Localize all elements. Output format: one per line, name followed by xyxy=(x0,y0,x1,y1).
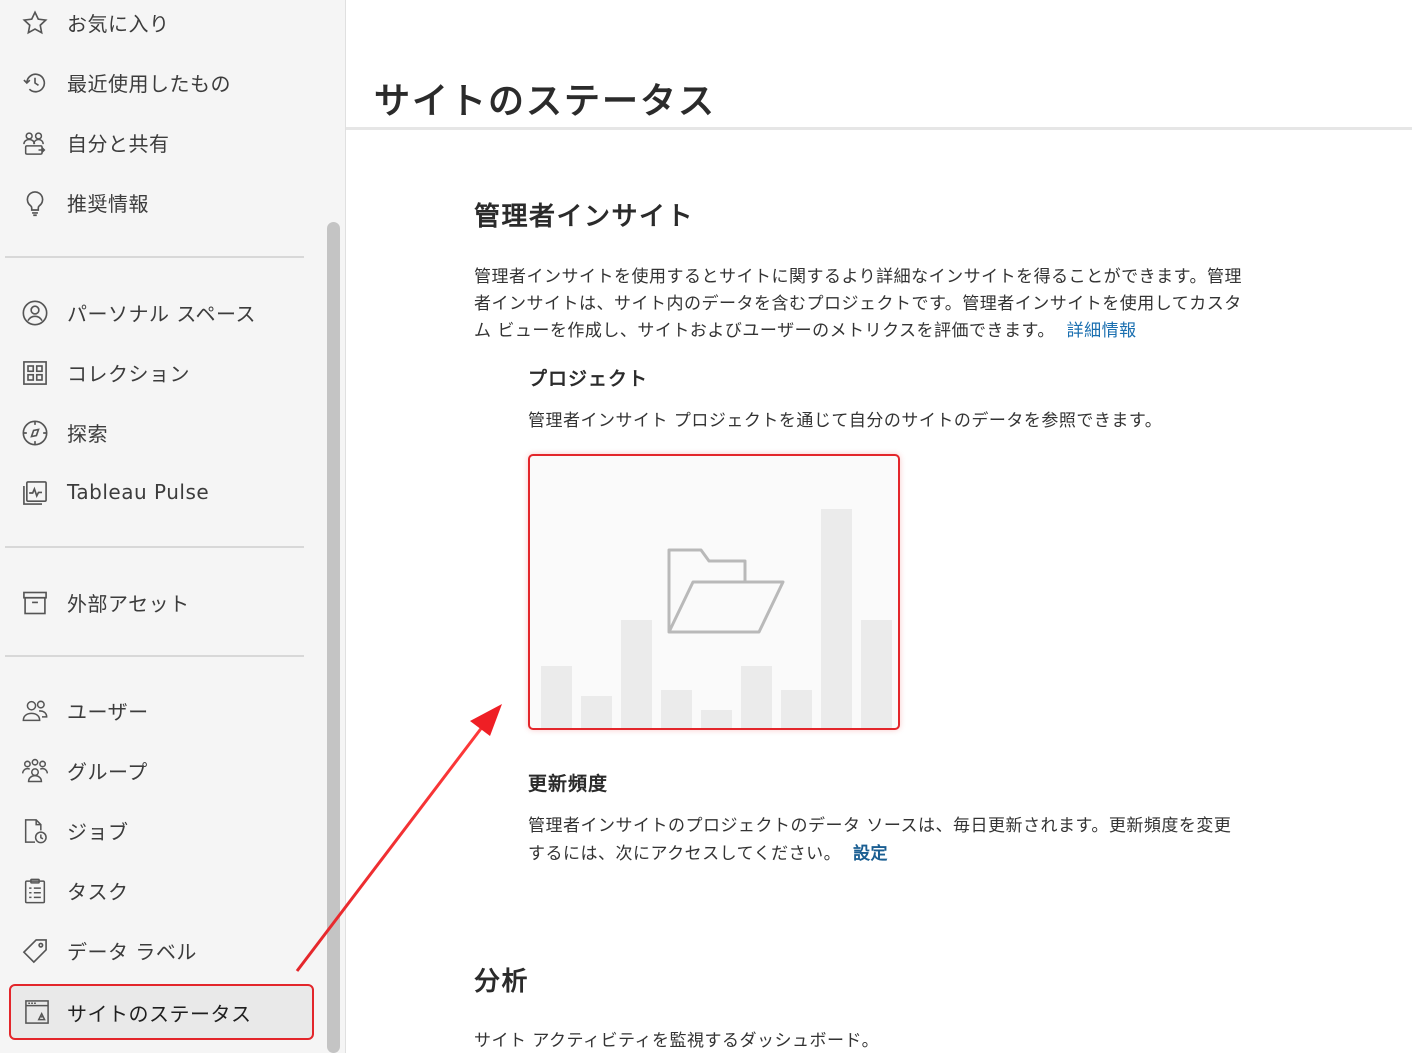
sidebar-divider xyxy=(5,546,304,548)
open-folder-icon xyxy=(667,548,785,634)
sidebar-item-data-labels[interactable]: データ ラベル xyxy=(0,922,320,978)
sidebar-item-label: タスク xyxy=(67,879,129,904)
sidebar-item-label: 最近使用したもの xyxy=(67,71,231,96)
sidebar-item-label: 探索 xyxy=(67,421,108,446)
analysis-description: サイト アクティビティを監視するダッシュボード。 xyxy=(474,1031,880,1051)
admin-insights-description: 管理者インサイトを使用するとサイトに関するより詳細なインサイトを得ることができま… xyxy=(474,264,1244,345)
history-icon xyxy=(20,68,50,98)
sidebar-item-label: ジョブ xyxy=(67,819,129,844)
page-title: サイトのステータス xyxy=(374,81,717,122)
decorative-bar xyxy=(581,696,612,728)
sidebar-item-label: 外部アセット xyxy=(67,591,190,616)
sidebar-item-personal-space[interactable]: パーソナル スペース xyxy=(0,284,320,340)
sidebar-item-recommendations[interactable]: 推奨情報 xyxy=(0,174,320,230)
lightbulb-icon xyxy=(20,188,50,218)
shared-users-icon xyxy=(20,128,50,158)
learn-more-link[interactable]: 詳細情報 xyxy=(1067,321,1137,341)
decorative-bar xyxy=(661,690,692,728)
sidebar-item-explore[interactable]: 探索 xyxy=(0,404,320,460)
sidebar-item-recents[interactable]: 最近使用したもの xyxy=(0,54,320,110)
user-circle-icon xyxy=(20,298,50,328)
project-heading: プロジェクト xyxy=(528,368,649,390)
decorative-bar xyxy=(701,710,732,728)
sidebar-item-external-assets[interactable]: 外部アセット xyxy=(0,574,320,630)
sidebar-item-jobs[interactable]: ジョブ xyxy=(0,802,320,858)
sidebar-item-users[interactable]: ユーザー xyxy=(0,682,320,738)
decorative-bar xyxy=(821,509,852,728)
pulse-icon xyxy=(20,478,50,508)
sidebar-item-label: 自分と共有 xyxy=(67,131,170,156)
task-list-icon xyxy=(20,876,50,906)
decorative-bar xyxy=(621,620,652,728)
tag-icon xyxy=(20,936,50,966)
job-clock-icon xyxy=(20,816,50,846)
decorative-bar xyxy=(741,666,772,728)
compass-icon xyxy=(20,418,50,448)
main-content: サイトのステータス 管理者インサイト 管理者インサイトを使用するとサイトに関する… xyxy=(346,0,1412,1053)
sidebar-item-site-status[interactable]: サイトのステータス xyxy=(9,984,314,1040)
sidebar-item-label: コレクション xyxy=(67,361,190,386)
site-status-icon xyxy=(22,997,52,1027)
star-icon xyxy=(20,8,50,38)
collection-icon xyxy=(20,358,50,388)
sidebar-item-collections[interactable]: コレクション xyxy=(0,344,320,400)
refresh-frequency-heading: 更新頻度 xyxy=(528,773,609,795)
sidebar-divider xyxy=(5,655,304,657)
decorative-bar xyxy=(861,620,892,728)
sidebar-item-label: データ ラベル xyxy=(67,939,197,964)
sidebar-scrollbar[interactable] xyxy=(327,222,340,1053)
sidebar-item-label: お気に入り xyxy=(67,11,170,36)
settings-link[interactable]: 設定 xyxy=(853,844,888,864)
sidebar-item-tasks[interactable]: タスク xyxy=(0,862,320,918)
analysis-heading: 分析 xyxy=(474,967,530,997)
sidebar-item-shared-with-me[interactable]: 自分と共有 xyxy=(0,114,320,170)
project-description: 管理者インサイト プロジェクトを通じて自分のサイトのデータを参照できます。 xyxy=(528,411,1163,431)
sidebar-item-label: サイトのステータス xyxy=(67,1001,252,1026)
users-icon xyxy=(20,696,50,726)
admin-insights-heading: 管理者インサイト xyxy=(474,202,695,232)
admin-insights-project-card[interactable] xyxy=(528,454,900,730)
sidebar-item-label: ユーザー xyxy=(67,699,149,724)
title-divider xyxy=(346,127,1412,130)
refresh-frequency-description: 管理者インサイトのプロジェクトのデータ ソースは、毎日更新されます。更新頻度を変… xyxy=(528,812,1248,868)
sidebar-item-label: 推奨情報 xyxy=(67,191,149,216)
sidebar-item-label: グループ xyxy=(67,759,148,784)
sidebar-item-groups[interactable]: グループ xyxy=(0,742,320,798)
sidebar-divider xyxy=(5,256,304,258)
group-icon xyxy=(20,756,50,786)
sidebar-item-label: Tableau Pulse xyxy=(67,480,210,504)
archive-box-icon xyxy=(20,588,50,618)
decorative-bar-chart xyxy=(541,509,892,728)
decorative-bar xyxy=(781,690,812,728)
sidebar-item-tableau-pulse[interactable]: Tableau Pulse xyxy=(0,464,320,520)
sidebar-item-label: パーソナル スペース xyxy=(67,301,256,326)
sidebar: お気に入り 最近使用したもの 自分と共有 推奨情報 パーソナル スペース コレク… xyxy=(0,0,346,1053)
sidebar-item-favorites[interactable]: お気に入り xyxy=(0,0,320,50)
decorative-bar xyxy=(541,666,572,728)
